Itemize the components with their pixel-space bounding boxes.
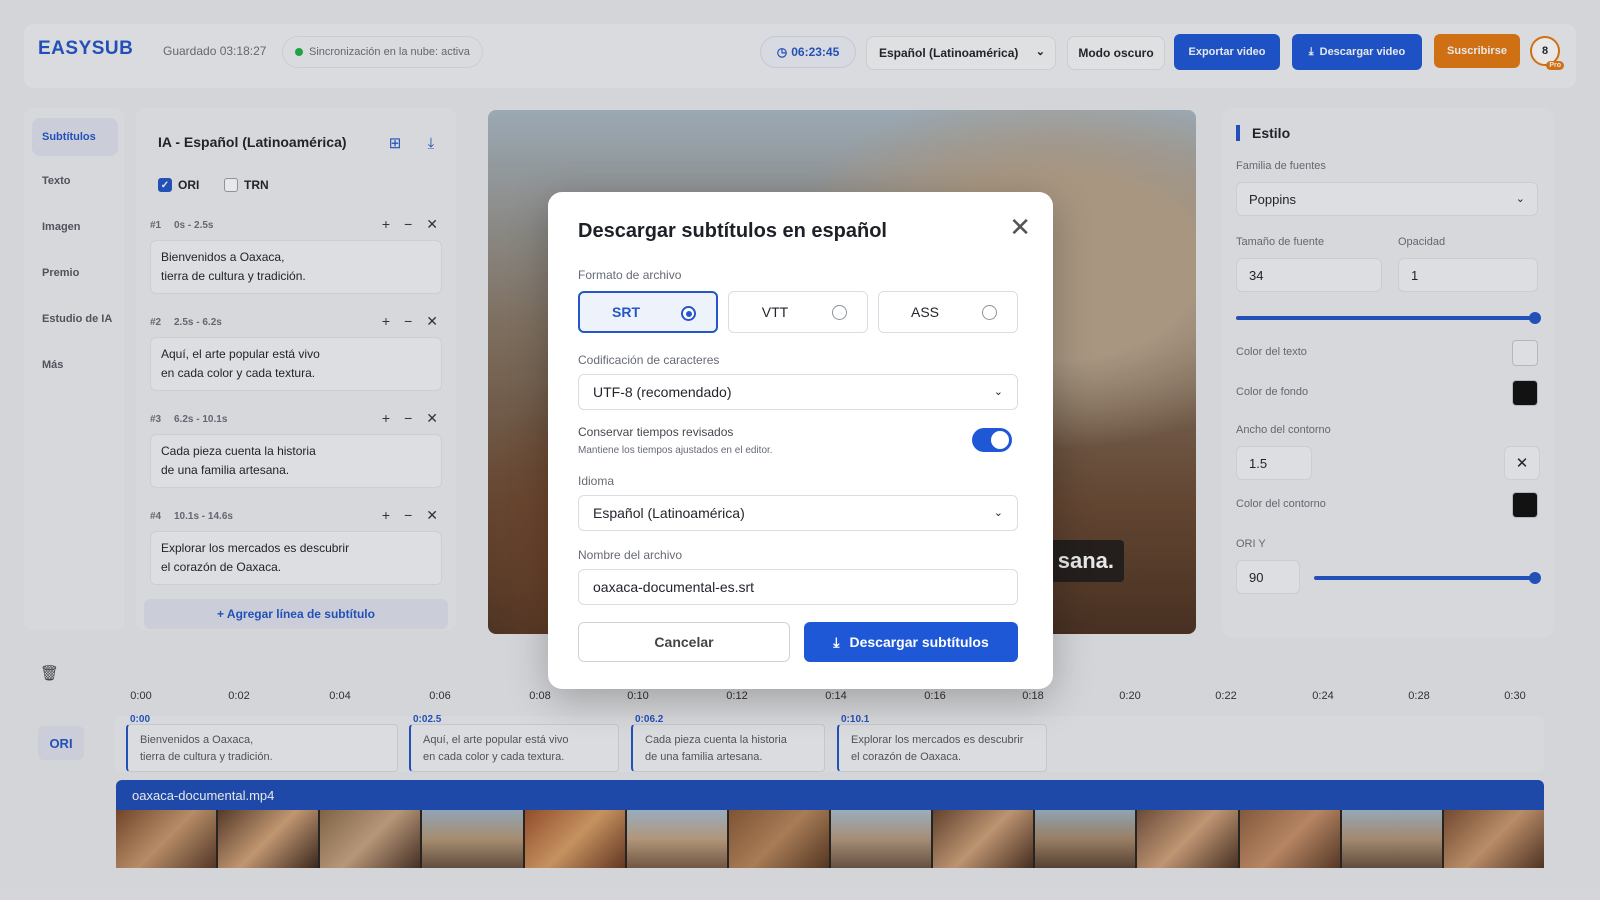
radio-empty-icon — [832, 305, 847, 320]
language-select[interactable]: Español (Latinoamérica) ⌄ — [578, 495, 1018, 531]
dialog-title: Descargar subtítulos en español — [578, 220, 887, 242]
download-subtitles-button[interactable]: ⤓ Descargar subtítulos — [804, 622, 1018, 662]
chevron-down-icon: ⌄ — [993, 386, 1003, 398]
radio-empty-icon — [982, 305, 997, 320]
close-icon[interactable]: ✕ — [1009, 214, 1031, 240]
radio-selected-icon — [681, 306, 696, 321]
download-icon: ⤓ — [833, 633, 840, 650]
keep-timings-label: Conservar tiempos revisados — [578, 425, 734, 439]
format-option-ass[interactable]: ASS — [878, 291, 1018, 333]
filename-input[interactable]: oaxaca-documental-es.srt — [578, 569, 1018, 605]
keep-timings-toggle[interactable] — [972, 428, 1012, 452]
cancel-button[interactable]: Cancelar — [578, 622, 790, 662]
format-option-srt[interactable]: SRT — [578, 291, 718, 333]
file-format-label: Formato de archivo — [578, 268, 682, 282]
chevron-down-icon: ⌄ — [993, 507, 1003, 519]
encoding-select[interactable]: UTF-8 (recomendado) ⌄ — [578, 374, 1018, 410]
format-option-vtt[interactable]: VTT — [728, 291, 868, 333]
language-label: Idioma — [578, 474, 615, 488]
encoding-label: Codificación de caracteres — [578, 353, 720, 367]
download-subtitles-dialog: Descargar subtítulos en español ✕ Format… — [548, 192, 1053, 689]
keep-timings-description: Mantiene los tiempos ajustados en el edi… — [578, 445, 773, 456]
filename-label: Nombre del archivo — [578, 548, 683, 562]
